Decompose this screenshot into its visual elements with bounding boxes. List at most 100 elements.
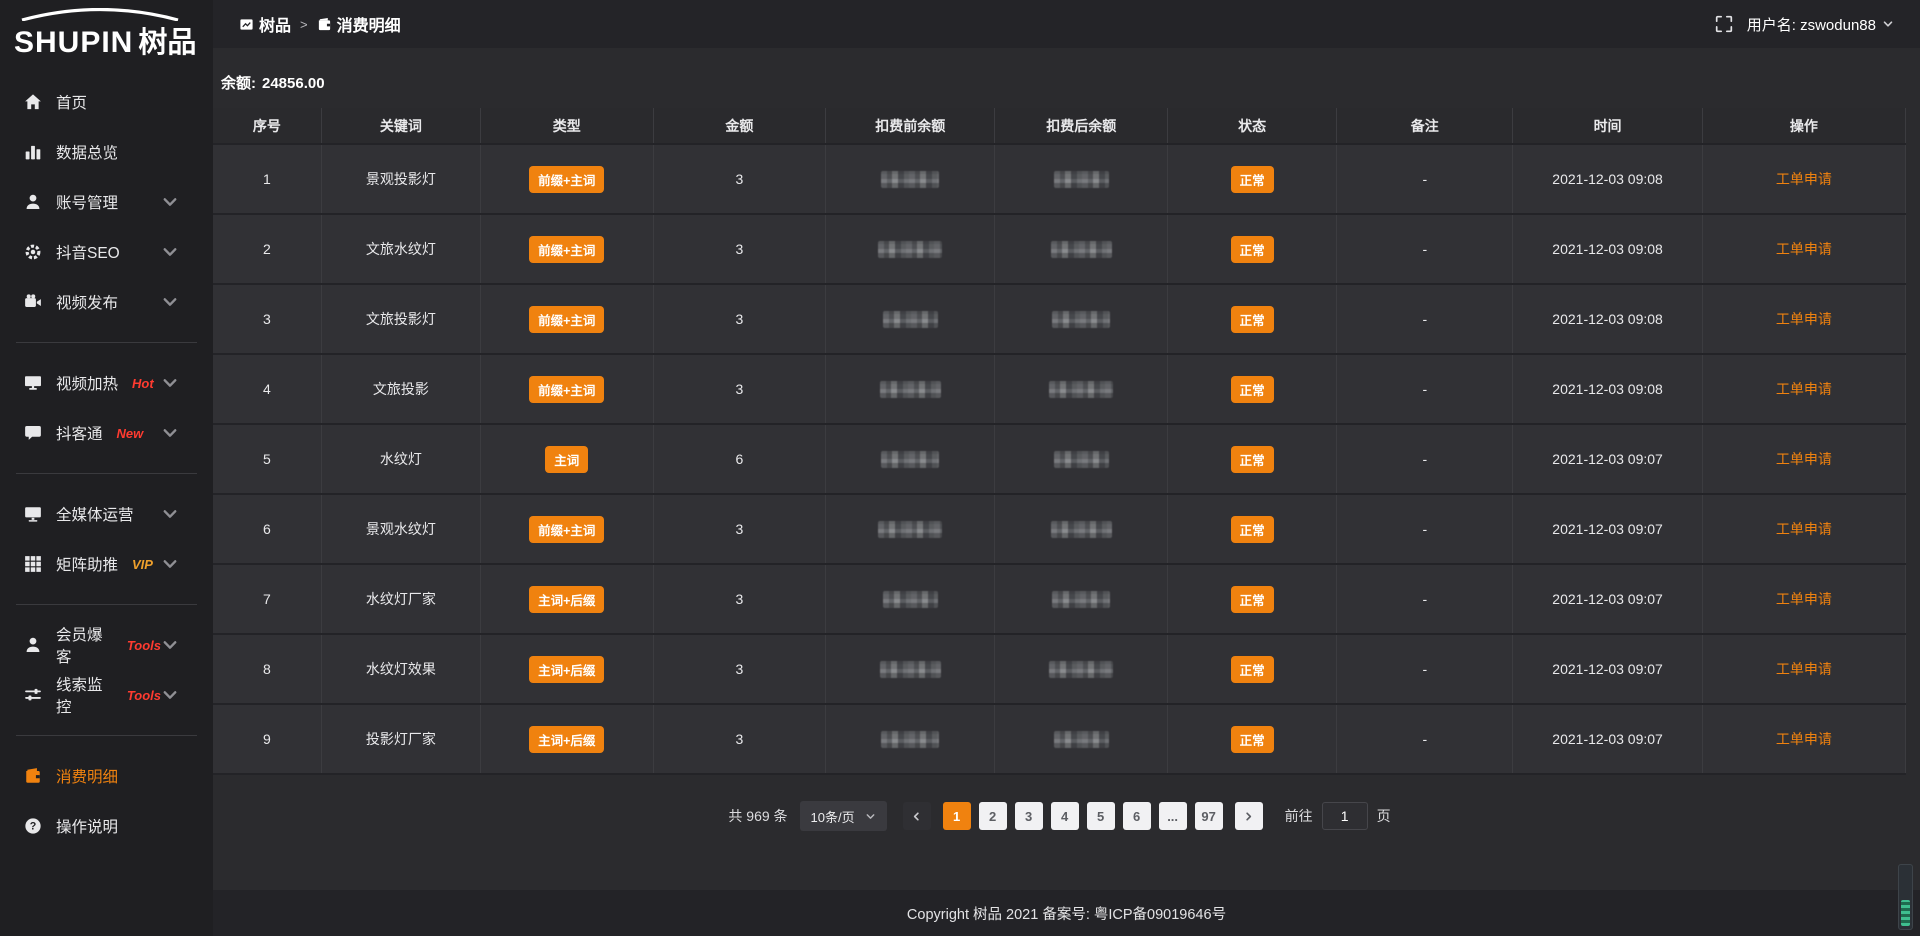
cell-amount: 3 — [653, 214, 826, 284]
prev-page-button[interactable] — [903, 802, 931, 830]
goto-page-input[interactable] — [1322, 802, 1368, 830]
sidebar-item-label: 视频发布 — [56, 291, 118, 313]
cell-keyword: 景观投影灯 — [321, 144, 480, 214]
ticket-apply-link[interactable]: 工单申请 — [1776, 381, 1832, 397]
sidebar-item-video-heat[interactable]: 视频加热Hot — [0, 358, 213, 408]
sidebar-item-matrix-boost[interactable]: 矩阵助推VIP — [0, 539, 213, 589]
scroll-widget[interactable] — [1898, 864, 1913, 930]
cell-remark: - — [1337, 354, 1513, 424]
cell-remark: - — [1337, 284, 1513, 354]
sidebar-item-douketong[interactable]: 抖客通New — [0, 408, 213, 458]
breadcrumb-home[interactable]: 树品 — [239, 12, 291, 36]
ticket-apply-link[interactable]: 工单申请 — [1776, 731, 1832, 747]
total-count: 共 969 条 — [728, 806, 787, 826]
cell-remark: - — [1337, 144, 1513, 214]
chevron-down-icon — [161, 193, 179, 211]
status-badge: 正常 — [1231, 586, 1274, 613]
question-icon: ? — [24, 817, 42, 835]
cell-amount: 3 — [653, 704, 826, 774]
masked-balance-before — [883, 591, 938, 608]
sidebar-item-video-publish[interactable]: 视频发布 — [0, 277, 213, 327]
sidebar-item-home[interactable]: 首页 — [0, 77, 213, 127]
cell-amount: 3 — [653, 144, 826, 214]
table-row: 8水纹灯效果主词+后缀3正常-2021-12-03 09:07工单申请 — [213, 634, 1906, 704]
topbar: 树品 > 消费明细 用户名: zswodun88 — [213, 0, 1920, 48]
cell-remark: - — [1337, 424, 1513, 494]
cell-remark: - — [1337, 214, 1513, 284]
content-area: 余额:24856.00 序号关键词类型金额扣费前余额扣费后余额状态备注时间操作 … — [213, 48, 1920, 890]
sidebar-item-help[interactable]: ? 操作说明 — [0, 801, 213, 851]
ticket-apply-link[interactable]: 工单申请 — [1776, 591, 1832, 607]
sidebar-item-account-manage[interactable]: 账号管理 — [0, 177, 213, 227]
cell-index: 3 — [213, 284, 321, 354]
page-button-4[interactable]: 4 — [1051, 802, 1079, 830]
cell-time: 2021-12-03 09:07 — [1513, 704, 1703, 774]
logo-text-en: SHUPIN — [14, 26, 133, 60]
sidebar-item-badge: Tools — [127, 638, 161, 653]
cell-index: 6 — [213, 494, 321, 564]
masked-balance-before — [880, 661, 941, 678]
ticket-apply-link[interactable]: 工单申请 — [1776, 171, 1832, 187]
sidebar-item-member-baoke[interactable]: 会员爆客 Tools — [0, 620, 213, 670]
ellipsis-pages-button[interactable]: ... — [1159, 802, 1187, 830]
status-badge: 正常 — [1231, 726, 1274, 753]
next-page-button[interactable] — [1235, 802, 1263, 830]
sidebar-nav: 首页数据总览账号管理抖音SEO 视频发布视频加热Hot抖客通New 全媒体运营矩阵助… — [0, 63, 213, 936]
sidebar-item-label: 抖客通 — [56, 422, 103, 444]
sidebar-divider — [16, 735, 197, 736]
status-badge: 正常 — [1231, 236, 1274, 263]
cell-index: 5 — [213, 424, 321, 494]
sidebar-item-label: 会员爆客 — [56, 623, 113, 667]
breadcrumb-current[interactable]: 消费明细 — [317, 12, 401, 36]
comment-icon — [24, 424, 42, 442]
page-button-2[interactable]: 2 — [979, 802, 1007, 830]
table-row: 2文旅水纹灯前缀+主词3正常-2021-12-03 09:08工单申请 — [213, 214, 1906, 284]
footer: Copyright 树品 2021 备案号: 粤ICP备09019646号 — [213, 890, 1920, 936]
masked-balance-before — [881, 731, 939, 748]
breadcrumb: 树品 > 消费明细 — [239, 12, 401, 36]
page-button-6[interactable]: 6 — [1123, 802, 1151, 830]
wallet-icon — [317, 17, 332, 32]
page-button-3[interactable]: 3 — [1015, 802, 1043, 830]
sidebar-item-label: 抖音SEO — [56, 241, 120, 263]
cell-amount: 3 — [653, 494, 826, 564]
chevron-down-icon — [161, 243, 179, 261]
ticket-apply-link[interactable]: 工单申请 — [1776, 311, 1832, 327]
ticket-apply-link[interactable]: 工单申请 — [1776, 241, 1832, 257]
table-row: 4文旅投影前缀+主词3正常-2021-12-03 09:08工单申请 — [213, 354, 1906, 424]
page-button-5[interactable]: 5 — [1087, 802, 1115, 830]
cell-keyword: 文旅投影灯 — [321, 284, 480, 354]
cell-amount: 3 — [653, 284, 826, 354]
sidebar-item-data-overview[interactable]: 数据总览 — [0, 127, 213, 177]
sidebar-item-media-operation[interactable]: 全媒体运营 — [0, 489, 213, 539]
page-button-97[interactable]: 97 — [1195, 802, 1223, 830]
svg-text:?: ? — [30, 821, 37, 833]
logo-text-cn: 树品 — [138, 19, 196, 61]
sidebar-item-consume-detail[interactable]: 消费明细 — [0, 751, 213, 801]
ticket-apply-link[interactable]: 工单申请 — [1776, 521, 1832, 537]
balance-label: 余额: — [221, 75, 256, 92]
column-header: 操作 — [1702, 108, 1905, 144]
masked-balance-after — [1049, 381, 1113, 398]
sidebar-item-clue-monitor[interactable]: 线索监控Tools — [0, 670, 213, 720]
cell-time: 2021-12-03 09:08 — [1513, 144, 1703, 214]
cell-index: 1 — [213, 144, 321, 214]
masked-balance-before — [878, 521, 942, 538]
balance: 余额:24856.00 — [221, 72, 1906, 93]
sidebar-item-label: 操作说明 — [56, 815, 118, 837]
fullscreen-icon[interactable] — [1715, 15, 1733, 33]
table-row: 7水纹灯厂家主词+后缀3正常-2021-12-03 09:07工单申请 — [213, 564, 1906, 634]
page-button-1[interactable]: 1 — [943, 802, 971, 830]
user-menu[interactable]: 用户名: zswodun88 — [1747, 14, 1894, 35]
sidebar-item-douyin-seo[interactable]: 抖音SEO — [0, 227, 213, 277]
ticket-apply-link[interactable]: 工单申请 — [1776, 661, 1832, 677]
ticket-apply-link[interactable]: 工单申请 — [1776, 451, 1832, 467]
home-icon — [24, 93, 42, 111]
bar-chart-icon — [24, 143, 42, 161]
type-badge: 前缀+主词 — [529, 236, 604, 263]
page-size-select[interactable]: 10条/页 — [800, 801, 887, 831]
chevron-down-icon — [1882, 18, 1894, 30]
username-label: 用户名: zswodun88 — [1747, 14, 1876, 35]
app-logo[interactable]: SHUPIN 树品 — [0, 0, 213, 63]
column-header: 金额 — [653, 108, 826, 144]
